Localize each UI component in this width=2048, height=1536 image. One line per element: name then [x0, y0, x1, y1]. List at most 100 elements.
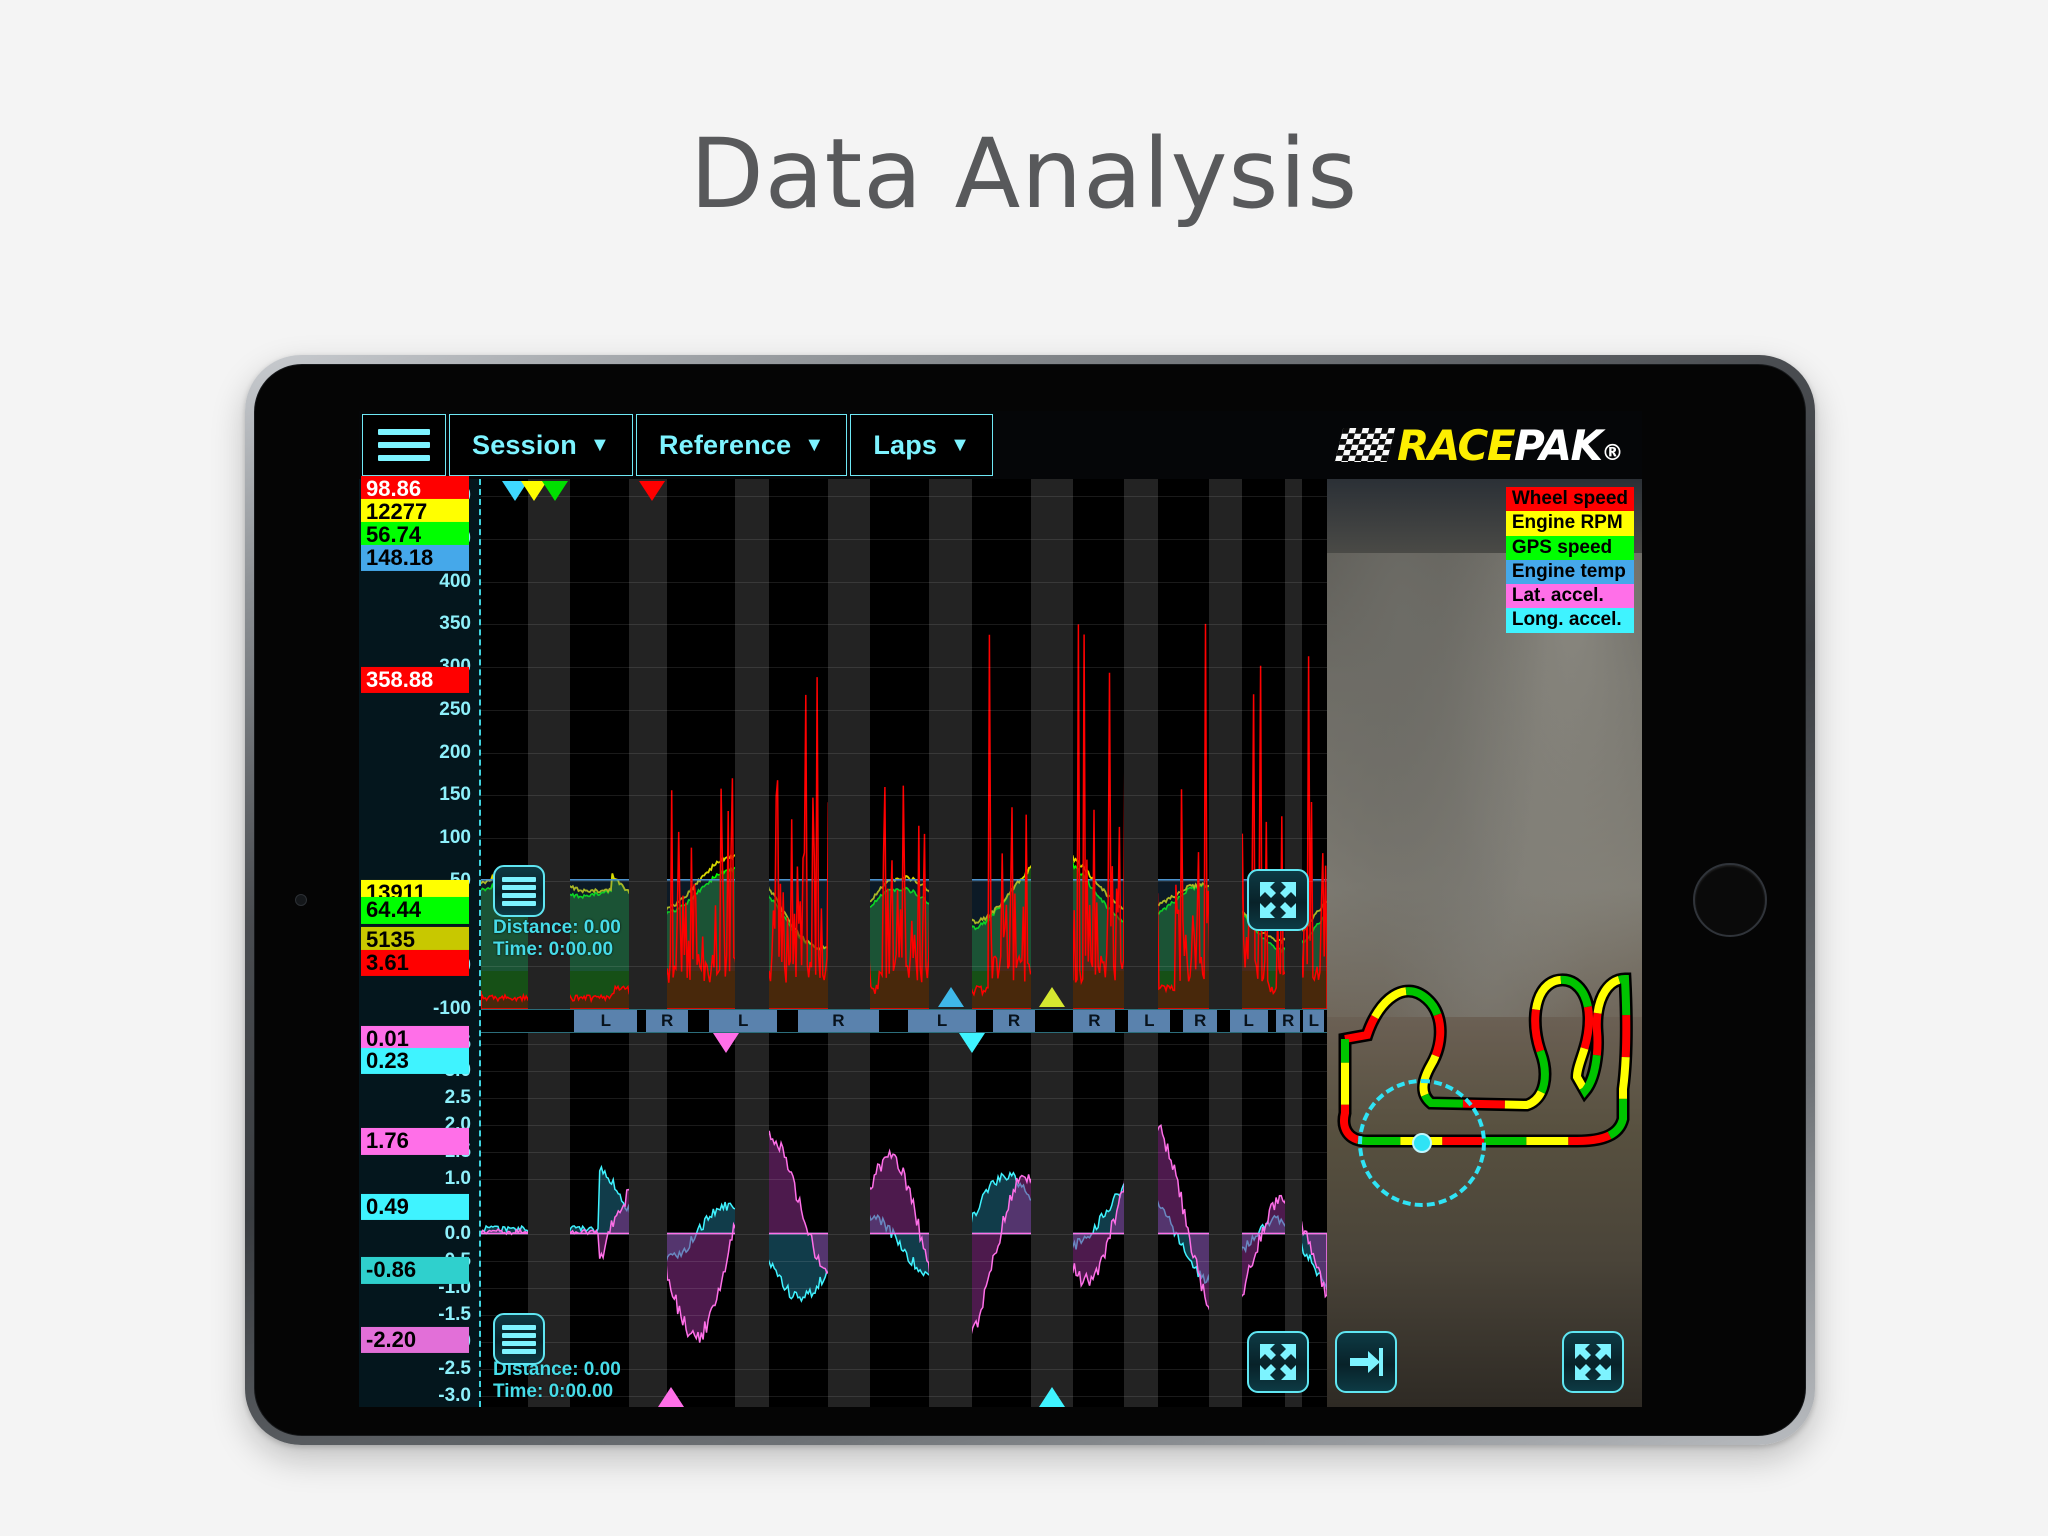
- gridline: [481, 1179, 1327, 1181]
- map-expand-button[interactable]: [1562, 1331, 1624, 1393]
- expand-icon: [1260, 882, 1296, 918]
- lap-segment-r[interactable]: R: [992, 1010, 1036, 1032]
- front-camera: [295, 894, 307, 906]
- hamburger-icon-bar: [378, 442, 430, 448]
- top-distance-readout: Distance: 0.00: [493, 917, 621, 939]
- legend-item-lat-accel[interactable]: Lat. accel.: [1505, 584, 1634, 609]
- value-badge: 1.76: [361, 1128, 469, 1155]
- gridline: [481, 624, 1327, 626]
- lap-marker-cyan-3[interactable]: [1039, 1387, 1066, 1407]
- y-axis-tick: 400: [439, 570, 471, 592]
- chevron-down-icon: ▼: [804, 434, 825, 456]
- lap-band: [1123, 1033, 1158, 1407]
- hamburger-icon: [378, 429, 430, 435]
- gridline: [481, 838, 1327, 840]
- gridline: [481, 1233, 1327, 1235]
- top-channel-list-button[interactable]: [493, 865, 545, 917]
- top-time-readout: Time: 0:00.00: [493, 939, 614, 961]
- value-badge: -2.20: [361, 1326, 469, 1353]
- gridline: [481, 581, 1327, 583]
- lap-marker-cyan-2[interactable]: [958, 1033, 985, 1053]
- gridline: [481, 1341, 1327, 1343]
- lap-marker-magenta[interactable]: [713, 1033, 740, 1053]
- lap-band: [734, 479, 769, 1009]
- value-badge: 98.86: [361, 475, 469, 502]
- jump-to-marker-button[interactable]: [1335, 1331, 1397, 1393]
- logo-pak-text: PAK: [1514, 420, 1603, 470]
- gridline: [481, 709, 1327, 711]
- top-expand-button[interactable]: [1247, 869, 1309, 931]
- bottom-channel-list-button[interactable]: [493, 1313, 545, 1365]
- app-toolbar: Session ▼ Reference ▼ Laps ▼ RACEPAK®: [359, 411, 1642, 479]
- lap-marker-cyan[interactable]: [938, 987, 965, 1007]
- lap-segment-r[interactable]: R: [798, 1010, 879, 1032]
- session-menu-button[interactable]: Session ▼: [449, 414, 633, 476]
- top-info-overlay: Distance: 0.00 Time: 0:00.00: [493, 917, 621, 961]
- legend-item-engine-temp[interactable]: Engine temp: [1505, 559, 1634, 585]
- gridline: [481, 795, 1327, 797]
- step-to-end-icon: [1350, 1348, 1383, 1376]
- current-position-marker[interactable]: [1411, 1132, 1432, 1153]
- charts-column: Distance: 0.00 Time: 0:00.00 L R L R L R…: [359, 475, 1327, 1407]
- lap-marker-magenta-2[interactable]: [658, 1387, 685, 1407]
- lap-segment-r[interactable]: R: [1073, 1010, 1116, 1032]
- y-axis-tick: 200: [439, 741, 471, 763]
- racepak-wordmark: RACEPAK®: [1396, 420, 1624, 470]
- lap-segment-r[interactable]: R: [1276, 1010, 1300, 1032]
- y-axis-tick: 350: [439, 613, 471, 635]
- app-screen: Session ▼ Reference ▼ Laps ▼ RACEPAK® Di…: [359, 411, 1642, 1407]
- lap-band: [929, 479, 972, 1009]
- lap-marker-bar[interactable]: LRLRLRRLRLRL: [481, 1009, 1327, 1033]
- legend-item-wheel-speed[interactable]: Wheel speed: [1505, 487, 1634, 512]
- logo-race-text: RACE: [1396, 420, 1516, 470]
- lap-segment-l[interactable]: L: [709, 1010, 778, 1032]
- value-badge: 0.23: [361, 1048, 469, 1075]
- bottom-chart-panel[interactable]: Distance: 0.00 Time: 0:00.00: [481, 1033, 1327, 1407]
- hamburger-menu-button[interactable]: [362, 414, 446, 476]
- laps-label: Laps: [873, 429, 938, 460]
- lap-band: [1208, 479, 1243, 1009]
- lap-segment-l[interactable]: L: [1128, 1010, 1171, 1032]
- gridline: [481, 880, 1327, 882]
- cursor-marker-green[interactable]: [542, 481, 569, 501]
- value-badge: 3.61: [361, 949, 469, 976]
- cursor-marker-red[interactable]: [638, 481, 665, 501]
- home-button[interactable]: [1693, 863, 1767, 937]
- laps-menu-button[interactable]: Laps ▼: [850, 414, 994, 476]
- legend-item-long-accel[interactable]: Long. accel.: [1505, 608, 1634, 633]
- value-badge: 358.88: [361, 667, 469, 694]
- gridline: [481, 752, 1327, 754]
- gridline: [481, 1070, 1327, 1072]
- lap-band: [629, 479, 668, 1009]
- lap-band: [1123, 479, 1158, 1009]
- lap-segment-l[interactable]: L: [574, 1010, 638, 1032]
- value-badge: -0.86: [361, 1257, 469, 1284]
- bottom-expand-button[interactable]: [1247, 1331, 1309, 1393]
- lap-segment-l[interactable]: L: [908, 1010, 976, 1032]
- lap-segment-r[interactable]: R: [1183, 1010, 1217, 1032]
- bottom-info-overlay: Distance: 0.00 Time: 0:00.00: [493, 1359, 621, 1403]
- reference-menu-button[interactable]: Reference ▼: [635, 414, 848, 476]
- value-badge: 148.18: [361, 544, 469, 572]
- main-content: Distance: 0.00 Time: 0:00.00 L R L R L R…: [359, 475, 1642, 1407]
- lap-marker-yellow[interactable]: [1039, 987, 1066, 1007]
- hamburger-icon-bar: [378, 455, 430, 461]
- gridline: [481, 1125, 1327, 1127]
- bottom-time-readout: Time: 0:00.00: [493, 1381, 614, 1403]
- legend-item-engine-rpm[interactable]: Engine RPM: [1505, 511, 1634, 536]
- legend-item-gps-speed[interactable]: GPS speed: [1505, 535, 1634, 560]
- lap-segment-l[interactable]: L: [1303, 1010, 1325, 1032]
- reference-label: Reference: [658, 429, 792, 460]
- top-chart-panel[interactable]: Distance: 0.00 Time: 0:00.00: [481, 479, 1327, 1009]
- checkered-flag-icon: [1334, 428, 1396, 462]
- value-badge: 5135: [361, 926, 469, 953]
- page-title: Data Analysis: [689, 118, 1359, 230]
- session-label: Session: [472, 429, 577, 460]
- gridline: [481, 1152, 1327, 1154]
- y-axis-tick: 0.0: [444, 1222, 471, 1244]
- lap-segment-r[interactable]: R: [645, 1010, 689, 1032]
- lap-band: [827, 1033, 871, 1407]
- track-map-panel[interactable]: Wheel speed Engine RPM GPS speed Engine tem…: [1327, 479, 1642, 1407]
- lap-segment-l[interactable]: L: [1229, 1010, 1268, 1032]
